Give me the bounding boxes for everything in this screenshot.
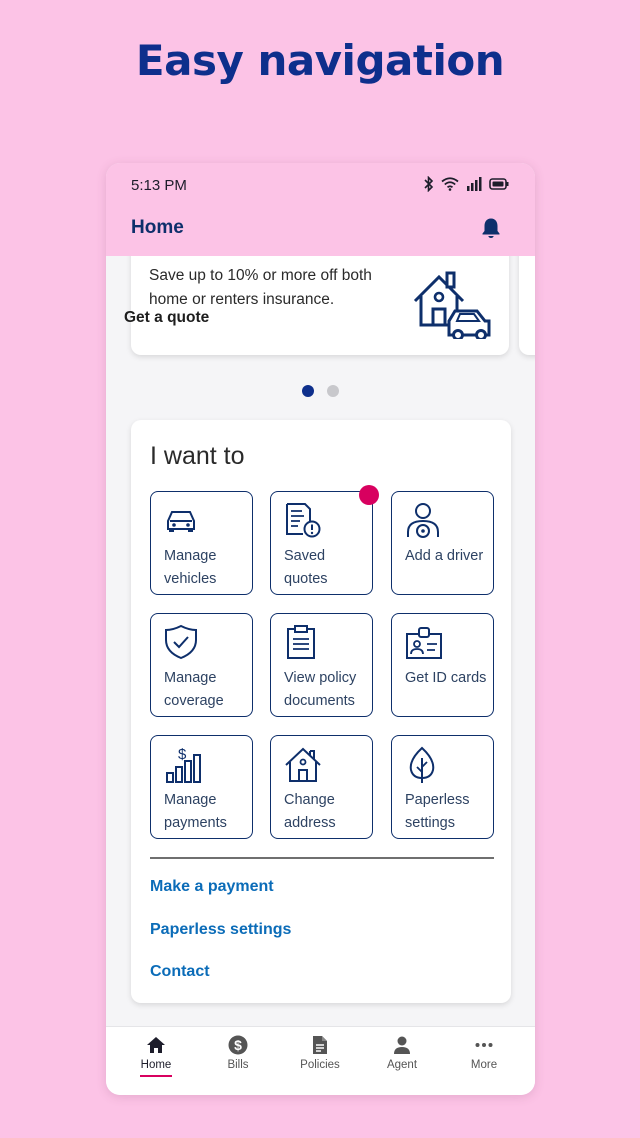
- tile-view-policy-documents[interactable]: View policy documents: [270, 613, 373, 717]
- status-time: 5:13 PM: [131, 177, 187, 194]
- battery-icon: [489, 178, 509, 190]
- driver-icon: [407, 503, 439, 538]
- make-payment-link[interactable]: Make a payment: [150, 878, 274, 896]
- status-icons: [424, 176, 509, 192]
- tile-saved-quotes[interactable]: Saved quotes: [270, 491, 373, 595]
- tile-change-address[interactable]: Change address: [270, 735, 373, 839]
- nav-more[interactable]: More: [443, 1035, 525, 1073]
- tile-label: Saved quotes: [284, 548, 328, 587]
- notifications-button[interactable]: [481, 217, 501, 244]
- nav-label: Agent: [386, 1059, 418, 1071]
- tile-paperless-settings[interactable]: Paperless settings: [391, 735, 494, 839]
- tile-label: Paperless settings: [405, 792, 470, 831]
- tile-label: Get ID cards: [405, 670, 487, 686]
- id-card-icon: [406, 627, 442, 659]
- nav-label: Home: [140, 1059, 172, 1071]
- leaf-icon: [409, 746, 435, 783]
- wifi-icon: [441, 177, 459, 191]
- nav-agent[interactable]: Agent: [361, 1035, 443, 1073]
- house-icon: [285, 747, 321, 782]
- tile-manage-payments[interactable]: $ Manage payments: [150, 735, 253, 839]
- shield-check-icon: [165, 624, 197, 660]
- app-bar: 5:13 PM Home: [106, 163, 535, 256]
- signal-icon: [467, 177, 482, 191]
- promo-card[interactable]: Save up to 10% or more off both home or …: [131, 241, 509, 355]
- tile-get-id-cards[interactable]: Get ID cards: [391, 613, 494, 717]
- tile-label: View policy documents: [284, 670, 357, 709]
- phone-screen: 5:13 PM Home Save up to 10% or more off …: [106, 163, 535, 1095]
- carousel-dot-1[interactable]: [302, 385, 314, 397]
- nav-policies[interactable]: Policies: [279, 1035, 361, 1073]
- tile-add-driver[interactable]: Add a driver: [391, 491, 494, 595]
- home-icon: [147, 1037, 165, 1053]
- promo-text: Save up to 10% or more off both home or …: [149, 267, 372, 308]
- nav-label: Policies: [300, 1059, 340, 1071]
- clipboard-icon: [287, 625, 315, 659]
- car-icon: [167, 511, 195, 532]
- tile-manage-coverage[interactable]: Manage coverage: [150, 613, 253, 717]
- nav-bills[interactable]: $ Bills: [197, 1035, 279, 1073]
- i-want-to-card: I want to Manage vehicles Saved quotes A…: [131, 420, 511, 1003]
- svg-text:$: $: [234, 1037, 242, 1053]
- tile-label: Manage payments: [164, 792, 227, 831]
- section-divider: [150, 857, 494, 859]
- tile-label: Manage vehicles: [164, 548, 217, 587]
- nav-label: Bills: [227, 1059, 249, 1071]
- i-want-to-title: I want to: [150, 442, 245, 470]
- bottom-navigation: Home $ Bills Policies Agent More: [106, 1026, 535, 1095]
- carousel-dot-2[interactable]: [327, 385, 339, 397]
- active-indicator: [140, 1075, 172, 1077]
- person-icon: [394, 1036, 410, 1054]
- page-title: Home: [131, 217, 184, 238]
- get-quote-link[interactable]: Get a quote: [124, 309, 209, 327]
- marketing-headline: Easy navigation: [135, 36, 505, 85]
- quote-alert-icon: [286, 503, 321, 538]
- tile-manage-vehicles[interactable]: Manage vehicles: [150, 491, 253, 595]
- tile-label: Manage coverage: [164, 670, 224, 709]
- dollar-circle-icon: $: [228, 1035, 248, 1055]
- svg-text:$: $: [178, 746, 187, 763]
- contact-link[interactable]: Contact: [150, 963, 210, 981]
- carousel-indicator: [106, 385, 535, 397]
- tile-label: Add a driver: [405, 548, 484, 564]
- paperless-settings-link[interactable]: Paperless settings: [150, 921, 291, 939]
- nav-label: More: [470, 1059, 498, 1071]
- more-dots-icon: [475, 1043, 493, 1047]
- bluetooth-icon: [424, 176, 434, 192]
- dollar-chart-icon: $: [166, 746, 201, 783]
- bell-icon: [482, 218, 500, 239]
- house-car-illustration: [411, 267, 493, 344]
- document-icon: [313, 1036, 327, 1054]
- nav-home[interactable]: Home: [115, 1035, 197, 1077]
- next-promo-card[interactable]: [519, 241, 535, 355]
- new-item-badge: [359, 485, 379, 505]
- tile-label: Change address: [284, 792, 336, 831]
